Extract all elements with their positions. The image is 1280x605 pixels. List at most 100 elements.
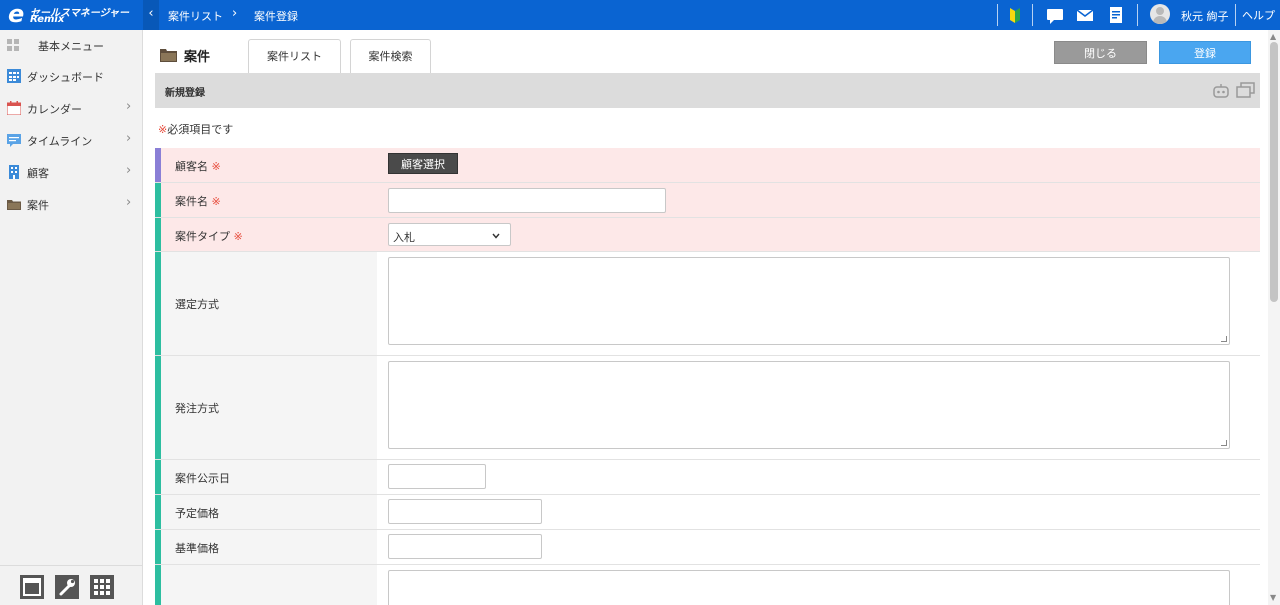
order-method-field bbox=[377, 356, 1260, 459]
selection-method-label: 選定方式 bbox=[175, 298, 219, 311]
required-note: ※必須項目です bbox=[158, 121, 233, 137]
order-method-label: 発注方式 bbox=[175, 402, 219, 415]
top-bar: e セールスマネージャー Remix ‹ 案件リスト › 案件登録 秋元 絢子 … bbox=[0, 0, 1280, 30]
public-date-label: 案件公示日 bbox=[175, 472, 230, 485]
window-icon[interactable] bbox=[20, 575, 44, 599]
help-link[interactable]: ヘルプ bbox=[1242, 7, 1275, 23]
menu-grid-icon bbox=[7, 39, 19, 51]
required-indicator bbox=[155, 148, 161, 182]
sidebar-item-label: カレンダー bbox=[27, 103, 82, 116]
sidebar: 基本メニュー ダッシュボード カレンダー › タイムライン › 顧客 › 案件 … bbox=[0, 30, 143, 605]
form-row-selection-method: 選定方式 bbox=[155, 252, 1260, 356]
base-price-label: 基準価格 bbox=[175, 542, 219, 555]
tab-deal-list[interactable]: 案件リスト bbox=[248, 39, 341, 73]
deal-name-field bbox=[377, 183, 1260, 217]
dashboard-icon bbox=[7, 69, 21, 83]
divider bbox=[1137, 4, 1138, 26]
sidebar-item-deal[interactable]: 案件 › bbox=[0, 189, 142, 219]
divider bbox=[1032, 4, 1033, 26]
calendar-icon bbox=[7, 101, 21, 115]
form-row-base-price: 基準価格 bbox=[155, 530, 1260, 565]
sidebar-header[interactable]: 基本メニュー bbox=[0, 30, 142, 60]
sidebar-item-customer[interactable]: 顧客 › bbox=[0, 157, 142, 187]
chevron-right-icon: › bbox=[126, 131, 132, 146]
logo-e: e bbox=[8, 0, 25, 28]
chat-icon[interactable] bbox=[1045, 5, 1065, 25]
scrollbar-thumb[interactable] bbox=[1270, 42, 1278, 302]
divider bbox=[1235, 4, 1236, 26]
avatar[interactable] bbox=[1150, 4, 1170, 24]
public-date-input[interactable] bbox=[388, 464, 486, 489]
breadcrumb-separator: › bbox=[232, 6, 238, 21]
apps-grid-icon[interactable] bbox=[90, 575, 114, 599]
chevron-right-icon: › bbox=[126, 195, 132, 210]
timeline-icon bbox=[7, 134, 21, 147]
tab-deal-search[interactable]: 案件検索 bbox=[350, 39, 431, 73]
required-mark: ※ bbox=[158, 123, 168, 136]
form-row-next bbox=[155, 565, 1260, 605]
back-button[interactable]: ‹ bbox=[143, 0, 159, 30]
chevron-down-icon bbox=[492, 233, 500, 239]
select-customer-button[interactable]: 顧客選択 bbox=[388, 153, 458, 174]
document-icon[interactable] bbox=[1106, 5, 1126, 25]
page-title: 案件 bbox=[184, 50, 211, 65]
base-price-input[interactable] bbox=[388, 534, 542, 559]
robot-icon[interactable] bbox=[1213, 84, 1229, 98]
form-row-planned-price: 予定価格 bbox=[155, 495, 1260, 530]
register-button[interactable]: 登録 bbox=[1159, 41, 1251, 64]
form-row-customer: 顧客名 ※ 顧客選択 bbox=[155, 148, 1260, 183]
folder-icon bbox=[160, 49, 177, 62]
section-title: 新規登録 bbox=[165, 88, 205, 99]
sidebar-item-label: タイムライン bbox=[27, 135, 93, 148]
beginner-mark-icon[interactable] bbox=[1005, 5, 1025, 25]
breadcrumb-current: 案件登録 bbox=[254, 10, 298, 23]
selection-method-textarea[interactable] bbox=[388, 257, 1230, 345]
close-button[interactable]: 閉じる bbox=[1054, 41, 1147, 64]
sidebar-item-label: 顧客 bbox=[27, 167, 49, 180]
deal-name-label: 案件名 ※ bbox=[175, 195, 221, 208]
deal-name-input[interactable] bbox=[388, 188, 666, 213]
sidebar-footer bbox=[0, 565, 142, 605]
deal-type-select[interactable]: 入札 bbox=[388, 223, 511, 246]
chevron-right-icon: › bbox=[126, 99, 132, 114]
customer-field: 顧客選択 bbox=[377, 148, 1260, 182]
planned-price-label: 予定価格 bbox=[175, 507, 219, 520]
scroll-up-icon[interactable]: ▲ bbox=[1270, 32, 1276, 41]
scroll-down-icon[interactable]: ▼ bbox=[1270, 593, 1276, 602]
section-header: 新規登録 bbox=[155, 73, 1260, 108]
mail-icon[interactable] bbox=[1075, 5, 1095, 25]
divider bbox=[997, 4, 998, 26]
order-method-textarea[interactable] bbox=[388, 361, 1230, 449]
sidebar-item-label: ダッシュボード bbox=[27, 71, 104, 84]
breadcrumb-deal-list[interactable]: 案件リスト bbox=[168, 8, 223, 24]
next-textarea[interactable] bbox=[388, 570, 1230, 605]
wrench-icon[interactable] bbox=[55, 575, 79, 599]
user-name[interactable]: 秋元 絢子 bbox=[1181, 8, 1229, 24]
planned-price-field bbox=[377, 495, 1260, 529]
deal-type-label: 案件タイプ ※ bbox=[175, 230, 243, 243]
sidebar-item-calendar[interactable]: カレンダー › bbox=[0, 93, 142, 123]
form-row-order-method: 発注方式 bbox=[155, 356, 1260, 460]
form-row-deal-name: 案件名 ※ bbox=[155, 183, 1260, 218]
base-price-field bbox=[377, 530, 1260, 564]
folder-icon bbox=[7, 200, 21, 210]
sidebar-item-timeline[interactable]: タイムライン › bbox=[0, 125, 142, 155]
sidebar-item-dashboard[interactable]: ダッシュボード bbox=[0, 61, 142, 91]
field-indicator bbox=[155, 183, 161, 217]
public-date-field bbox=[377, 460, 1260, 494]
field-indicator bbox=[155, 218, 161, 251]
app-logo[interactable]: e セールスマネージャー Remix bbox=[8, 0, 136, 28]
sidebar-item-label: 案件 bbox=[27, 199, 49, 212]
selection-method-field bbox=[377, 252, 1260, 355]
next-field bbox=[377, 565, 1260, 605]
planned-price-input[interactable] bbox=[388, 499, 542, 524]
building-icon bbox=[9, 165, 19, 179]
required-note-text: 必須項目です bbox=[167, 123, 234, 136]
windows-icon[interactable] bbox=[1236, 82, 1255, 98]
main-content: 案件 案件リスト 案件検索 閉じる 登録 新規登録 ※必須項目です 顧客名 ※ … bbox=[155, 30, 1260, 605]
scrollbar[interactable]: ▲ ▼ bbox=[1268, 30, 1280, 605]
customer-label: 顧客名 ※ bbox=[175, 160, 221, 173]
sidebar-title: 基本メニュー bbox=[38, 40, 104, 53]
logo-sub-text: Remix bbox=[30, 14, 65, 25]
form-row-deal-type: 案件タイプ ※ 入札 bbox=[155, 218, 1260, 252]
